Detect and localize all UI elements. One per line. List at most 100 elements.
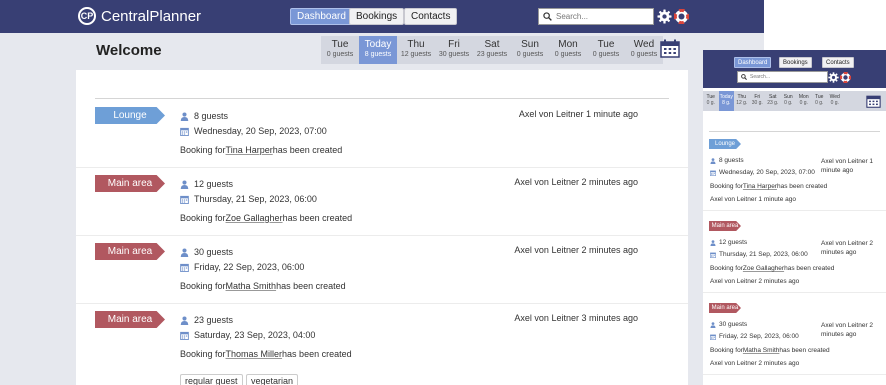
booking-message: Booking for Zoe Gallagher has been creat…: [710, 265, 834, 272]
mobile-search-input[interactable]: Search...: [737, 71, 828, 83]
nav-bookings[interactable]: Bookings: [349, 8, 405, 25]
search-input[interactable]: Search...: [538, 8, 654, 25]
guest-count-text: 30 guests: [194, 247, 234, 257]
nav-dashboard[interactable]: Dashboard: [290, 8, 353, 25]
mobile-day-cell[interactable]: Mon 0 g.: [796, 91, 812, 111]
guest-count-text: 12 guests: [194, 179, 234, 189]
message-prefix: Booking for: [180, 349, 226, 359]
row-separator: [703, 374, 886, 375]
day-guest-count: 0 g.: [815, 100, 824, 106]
app-name: CentralPlanner: [101, 7, 202, 25]
message-suffix: has been created: [784, 265, 835, 272]
lifebuoy-icon[interactable]: [839, 71, 851, 83]
day-cell[interactable]: Fri 30 guests: [435, 36, 473, 64]
guest-name-link[interactable]: Matha Smith: [743, 347, 780, 354]
guest-count: 12 guests: [180, 179, 233, 189]
nav-contacts[interactable]: Contacts: [404, 8, 458, 25]
mobile-nav-contacts[interactable]: Contacts: [822, 57, 854, 68]
activity-meta-side: Axel von Leitner 2 minutes ago: [821, 240, 874, 256]
mobile-day-cell[interactable]: Fri 30 g.: [750, 91, 766, 111]
area-tag[interactable]: Lounge: [95, 107, 165, 124]
day-guest-count: 30 g.: [751, 100, 763, 106]
gear-icon[interactable]: [656, 8, 672, 24]
message-prefix: Booking for: [710, 265, 743, 272]
day-guest-count: 0 guests: [516, 51, 544, 58]
booking-message: Booking for Thomas Miller has been creat…: [180, 349, 352, 359]
mobile-nav-bookings[interactable]: Bookings: [779, 57, 812, 68]
day-cell[interactable]: Sun 0 guests: [511, 36, 549, 64]
guest-count-text: 30 guests: [719, 321, 748, 328]
mobile-day-cell[interactable]: Thu 12 g.: [734, 91, 750, 111]
activity-meta-side: Axel von Leitner 2 minutes ago: [821, 322, 874, 338]
person-icon: [710, 321, 716, 328]
booking-message: Booking for Matha Smith has been created: [180, 281, 346, 291]
person-icon: [180, 111, 189, 121]
guest-count: 12 guests: [710, 239, 747, 246]
day-today[interactable]: Today 8 guests: [359, 36, 397, 64]
guest-name-link[interactable]: Thomas Miller: [226, 349, 283, 359]
day-cell[interactable]: Tue 0 guests: [321, 36, 359, 64]
day-name: Tue: [597, 39, 615, 50]
day-name: Wed: [633, 39, 655, 50]
calendar-small-icon: [710, 252, 716, 258]
message-suffix: has been created: [282, 213, 353, 223]
guest-count: 30 guests: [710, 321, 747, 328]
day-guest-count: 12 guests: [400, 51, 432, 58]
calendar-icon[interactable]: [660, 39, 680, 63]
search-icon: [543, 12, 552, 21]
day-cell[interactable]: Mon 0 guests: [549, 36, 587, 64]
guest-tag[interactable]: regular guest: [180, 374, 243, 385]
day-cell[interactable]: Thu 12 guests: [397, 36, 435, 64]
day-guest-count: 12 g.: [736, 100, 748, 106]
day-name: Sun: [521, 39, 539, 50]
area-tag[interactable]: Main area: [709, 303, 741, 313]
day-name: Today: [364, 39, 392, 50]
area-tag[interactable]: Lounge: [709, 139, 741, 149]
mobile-day-today[interactable]: Today 8 g.: [718, 91, 734, 111]
area-tag[interactable]: Main area: [95, 243, 165, 260]
guest-name-link[interactable]: Zoe Gallagher: [226, 213, 283, 223]
guest-name-link[interactable]: Tina Harper: [226, 145, 273, 155]
day-cell[interactable]: Tue 0 guests: [587, 36, 625, 64]
guest-name-link[interactable]: Zoe Gallagher: [743, 265, 784, 272]
mobile-day-cell[interactable]: Wed 0 g.: [827, 91, 843, 111]
booking-date: Wednesday, 20 Sep, 2023, 07:00: [710, 169, 815, 176]
mobile-day-cell[interactable]: Tue 0 g.: [703, 91, 719, 111]
calendar-small-icon: [710, 170, 716, 176]
guest-count-text: 8 guests: [719, 157, 744, 164]
area-tag[interactable]: Main area: [709, 221, 741, 231]
mobile-nav-dashboard[interactable]: Dashboard: [734, 57, 772, 68]
activity-meta: Axel von Leitner 3 minutes ago: [514, 313, 638, 323]
message-suffix: has been created: [776, 183, 828, 190]
area-tag[interactable]: Main area: [95, 175, 165, 192]
day-guest-count: 0 guests: [630, 51, 658, 58]
day-name: Fri: [448, 39, 460, 50]
desktop-view: CP CentralPlanner Dashboard Bookings Con…: [0, 0, 764, 385]
gear-icon[interactable]: [827, 71, 839, 83]
day-name: Thu: [407, 39, 425, 50]
guest-tag[interactable]: vegetarian: [246, 374, 299, 385]
guest-name-link[interactable]: Tina Harper: [743, 183, 777, 190]
area-tag[interactable]: Main area: [95, 311, 165, 328]
app-logo[interactable]: CP CentralPlanner: [78, 5, 201, 27]
booking-date-text: Wednesday, 20 Sep, 2023, 07:00: [194, 126, 327, 136]
calendar-small-icon: [180, 195, 189, 204]
day-name: Sat: [484, 39, 500, 50]
calendar-icon[interactable]: [865, 93, 881, 109]
activity-feed: Lounge 8 guests Wednesday, 20 Sep, 2023, 0…: [76, 70, 688, 385]
day-guest-count: 0 g.: [830, 100, 839, 106]
mobile-day-cell[interactable]: Tue 0 g.: [812, 91, 828, 111]
day-guest-count: 0 g.: [706, 100, 715, 106]
mobile-day-cell[interactable]: Sun 0 g.: [781, 91, 797, 111]
guest-count-text: 23 guests: [194, 315, 234, 325]
lifebuoy-icon[interactable]: [673, 8, 689, 24]
booking-row: Lounge 8 guests Wednesday, 20 Sep, 2023, 0…: [76, 99, 688, 168]
day-guest-count: 0 guests: [554, 51, 582, 58]
mobile-day-cell[interactable]: Sat 23 g.: [765, 91, 781, 111]
day-cell[interactable]: Sat 23 guests: [473, 36, 511, 64]
guest-name-link[interactable]: Matha Smith: [226, 281, 277, 291]
booking-date-text: Friday, 22 Sep, 2023, 06:00: [719, 333, 799, 340]
day-guest-count: 0 guests: [326, 51, 354, 58]
day-cell[interactable]: Wed 0 guests: [625, 36, 663, 64]
activity-meta: Axel von Leitner 1 minute ago: [710, 196, 796, 203]
